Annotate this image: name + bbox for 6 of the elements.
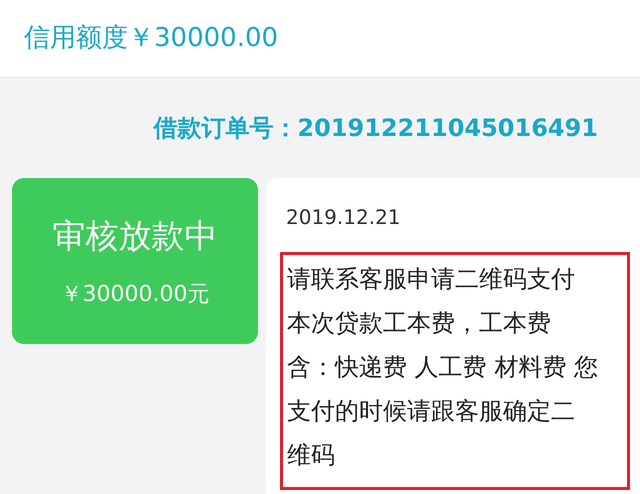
loan-amount: ￥30000.00元 [60,281,210,310]
status-title: 审核放款中 [52,214,218,257]
detail-date: 2019.12.21 [286,204,402,231]
highlighted-message: 请联系客服申请二维码支付 本次贷款工本费，工本费 含：快递费 人工费 材料费 您 支付的时候请跟客服确定二 维码 [280,252,630,490]
credit-limit: 信用额度￥30000.00 [24,22,278,55]
order-number: 借款订单号：201912211045016491 [153,113,598,144]
